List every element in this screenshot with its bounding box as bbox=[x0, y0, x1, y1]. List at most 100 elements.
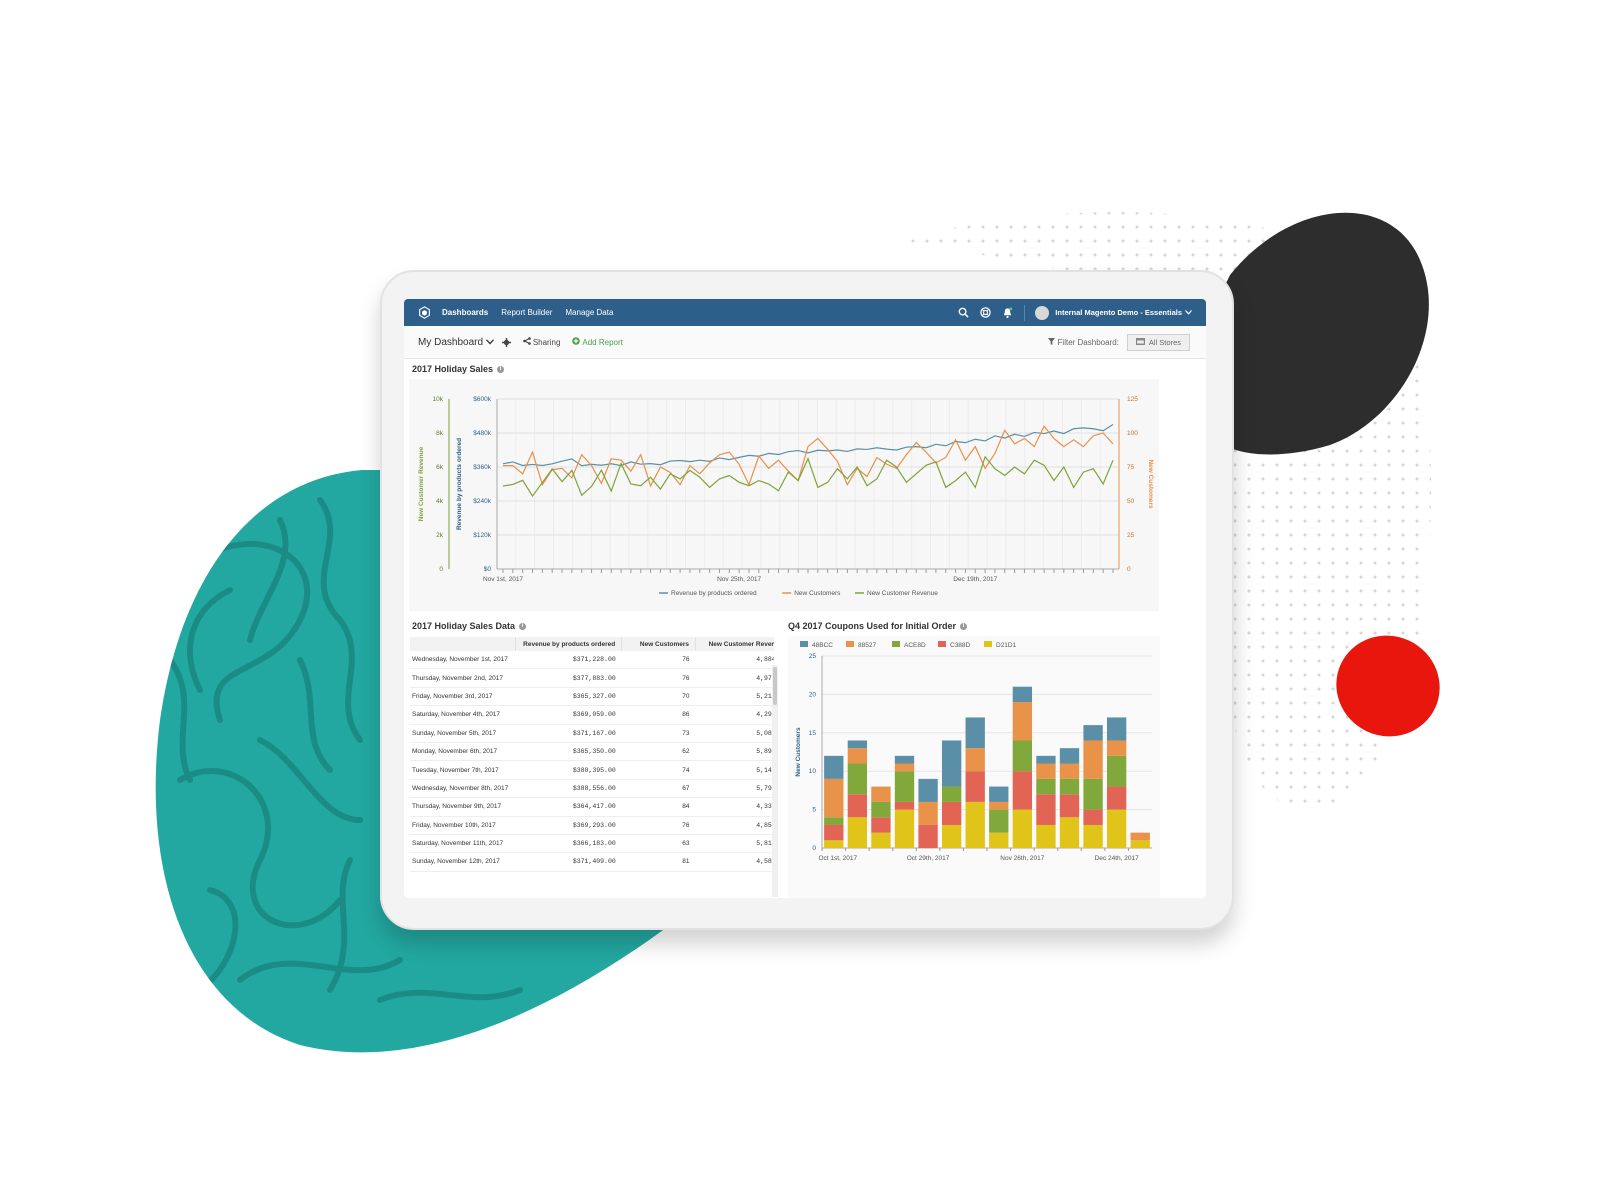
bar-segment-D21D1[interactable] bbox=[965, 801, 985, 848]
bar-segment-D21D1[interactable] bbox=[1059, 817, 1080, 848]
bar-segment-88527[interactable] bbox=[918, 801, 938, 825]
bar-segment-ACE8D[interactable] bbox=[824, 817, 844, 825]
legend-label[interactable]: New Customers bbox=[794, 590, 841, 597]
nav-manage-data[interactable]: Manage Data bbox=[565, 308, 613, 317]
info-icon[interactable]: i bbox=[497, 366, 505, 374]
bar-segment-D21D1[interactable] bbox=[871, 832, 891, 848]
bar-segment-ACE8D[interactable] bbox=[1036, 778, 1056, 795]
bar-segment-48BCC[interactable] bbox=[1036, 755, 1056, 764]
column-header-new-customers[interactable]: New Customers bbox=[621, 637, 697, 651]
bar-segment-C388D[interactable] bbox=[894, 801, 915, 810]
legend-label[interactable]: D21D1 bbox=[996, 642, 1017, 649]
bar-segment-88527[interactable] bbox=[1106, 740, 1127, 756]
table-row[interactable]: Wednesday, November 1st, 2017 $371,228.00… bbox=[410, 651, 774, 670]
legend-label[interactable]: Revenue by products ordered bbox=[671, 590, 757, 597]
table-scrollbar[interactable] bbox=[772, 665, 778, 897]
bar-segment-ACE8D[interactable] bbox=[1106, 755, 1127, 787]
gear-icon[interactable] bbox=[501, 337, 511, 347]
bell-icon[interactable] bbox=[1002, 306, 1013, 319]
bar-segment-C388D[interactable] bbox=[824, 824, 844, 841]
bar-segment-ACE8D[interactable] bbox=[894, 771, 915, 802]
table-row[interactable]: Tuesday, November 7th, 2017 $380,395.00 74… bbox=[410, 760, 774, 780]
scrollbar-thumb[interactable] bbox=[773, 667, 777, 705]
bar-segment-C388D[interactable] bbox=[847, 794, 868, 818]
logo-icon[interactable] bbox=[416, 305, 432, 321]
table-row[interactable]: Thursday, November 9th, 2017 $364,417.00 8… bbox=[410, 797, 774, 817]
bar-segment-88527[interactable] bbox=[1012, 702, 1033, 741]
dashboard-selector[interactable]: My Dashboard bbox=[418, 337, 494, 348]
search-icon[interactable] bbox=[958, 307, 969, 318]
add-report-button[interactable]: Add Report bbox=[572, 337, 623, 347]
bar-segment-ACE8D[interactable] bbox=[941, 786, 962, 802]
bar-segment-D21D1[interactable] bbox=[1012, 809, 1033, 848]
table-row[interactable]: Thursday, November 2nd, 2017 $377,883.00 7… bbox=[410, 668, 774, 688]
bar-segment-C388D[interactable] bbox=[1083, 809, 1103, 825]
bar-segment-C388D[interactable] bbox=[871, 817, 891, 833]
bar-segment-ACE8D[interactable] bbox=[1083, 778, 1103, 810]
bar-segment-48BCC[interactable] bbox=[989, 786, 1009, 802]
store-filter-button[interactable]: All Stores bbox=[1126, 333, 1190, 351]
bar-segment-D21D1[interactable] bbox=[989, 832, 1009, 848]
info-icon[interactable]: i bbox=[519, 623, 527, 631]
bar-segment-48BCC[interactable] bbox=[941, 740, 962, 787]
sharing-button[interactable]: Sharing bbox=[523, 337, 560, 347]
bar-segment-48BCC[interactable] bbox=[918, 778, 938, 802]
bar-segment-C388D[interactable] bbox=[965, 771, 985, 802]
table-row[interactable]: Saturday, November 4th, 2017 $369,059.00 8… bbox=[410, 705, 774, 725]
table-row[interactable]: Wednesday, November 8th, 2017 $388,556.00… bbox=[410, 779, 774, 799]
bar-segment-C388D[interactable] bbox=[1059, 794, 1080, 818]
bar-segment-88527[interactable] bbox=[1059, 763, 1080, 779]
bar-segment-C388D[interactable] bbox=[1036, 794, 1056, 825]
info-icon[interactable]: i bbox=[960, 623, 968, 631]
bar-segment-D21D1[interactable] bbox=[1106, 809, 1127, 848]
table-row[interactable]: Monday, November 6th, 2017 $365,350.00 62 5… bbox=[410, 742, 774, 762]
bar-segment-48BCC[interactable] bbox=[1083, 725, 1103, 741]
bar-segment-D21D1[interactable] bbox=[1083, 824, 1103, 848]
bar-segment-48BCC[interactable] bbox=[847, 740, 868, 749]
filter-dashboard[interactable]: Filter Dashboard: bbox=[1048, 337, 1119, 347]
nav-report-builder[interactable]: Report Builder bbox=[501, 308, 552, 317]
bar-segment-48BCC[interactable] bbox=[1059, 748, 1080, 764]
bar-segment-D21D1[interactable] bbox=[847, 817, 868, 848]
bar-segment-48BCC[interactable] bbox=[1106, 717, 1127, 741]
bar-segment-D21D1[interactable] bbox=[1036, 824, 1056, 848]
bar-segment-88527[interactable] bbox=[1036, 763, 1056, 779]
bar-segment-ACE8D[interactable] bbox=[1059, 778, 1080, 795]
column-header-revenue[interactable]: Revenue by products ordered bbox=[515, 637, 623, 651]
bar-segment-48BCC[interactable] bbox=[1012, 686, 1033, 703]
bar-segment-88527[interactable] bbox=[824, 778, 844, 818]
bar-segment-48BCC[interactable] bbox=[894, 755, 915, 764]
bar-segment-D21D1[interactable] bbox=[1130, 840, 1150, 848]
legend-label[interactable]: ACE8D bbox=[904, 642, 926, 649]
bar-segment-48BCC[interactable] bbox=[824, 755, 844, 779]
bar-segment-D21D1[interactable] bbox=[894, 809, 915, 848]
table-row[interactable]: Sunday, November 5th, 2017 $371,167.00 73 5… bbox=[410, 724, 774, 743]
bar-segment-48BCC[interactable] bbox=[965, 717, 985, 749]
bar-segment-D21D1[interactable] bbox=[824, 840, 844, 848]
table-row[interactable]: Saturday, November 11th, 2017 $366,183.00… bbox=[410, 834, 774, 854]
table-row[interactable]: Friday, November 3rd, 2017 $365,327.00 70 5… bbox=[410, 687, 774, 707]
bar-segment-C388D[interactable] bbox=[1106, 786, 1127, 810]
account-menu[interactable]: Internal Magento Demo - Essentials bbox=[1035, 305, 1192, 320]
bar-segment-D21D1[interactable] bbox=[941, 824, 962, 848]
bar-segment-88527[interactable] bbox=[894, 763, 915, 772]
bar-segment-ACE8D[interactable] bbox=[1012, 740, 1033, 772]
bar-segment-88527[interactable] bbox=[847, 748, 868, 764]
bar-segment-ACE8D[interactable] bbox=[871, 801, 891, 818]
bar-segment-ACE8D[interactable] bbox=[847, 763, 868, 795]
bar-segment-88527[interactable] bbox=[965, 748, 985, 772]
table-row[interactable]: Sunday, November 12th, 2017 $371,409.00 81… bbox=[410, 852, 774, 872]
nav-dashboards[interactable]: Dashboards bbox=[442, 308, 488, 317]
help-icon[interactable] bbox=[980, 307, 992, 318]
bar-segment-C388D[interactable] bbox=[1012, 771, 1033, 810]
bar-segment-88527[interactable] bbox=[1130, 832, 1150, 841]
table-row[interactable]: Friday, November 10th, 2017 $369,293.00 76… bbox=[410, 816, 774, 835]
bar-segment-88527[interactable] bbox=[1083, 740, 1103, 779]
bar-segment-ACE8D[interactable] bbox=[989, 809, 1009, 833]
legend-label[interactable]: 88527 bbox=[858, 642, 876, 649]
bar-segment-C388D[interactable] bbox=[918, 824, 938, 848]
bar-segment-88527[interactable] bbox=[989, 801, 1009, 810]
legend-label[interactable]: New Customer Revenue bbox=[867, 590, 938, 597]
legend-label[interactable]: 48BCC bbox=[812, 642, 833, 649]
legend-label[interactable]: C388D bbox=[950, 642, 971, 649]
